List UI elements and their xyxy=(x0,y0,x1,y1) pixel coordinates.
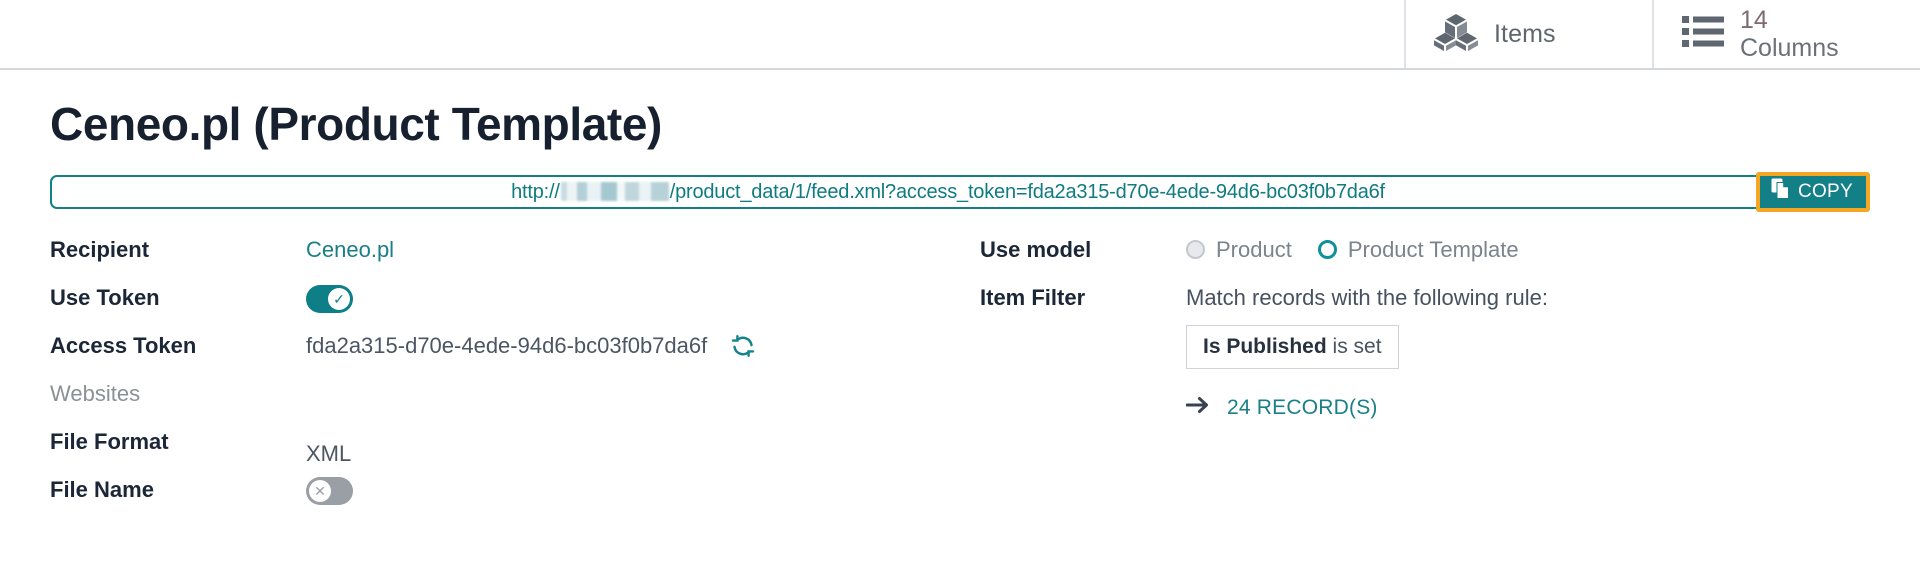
access-token-row: fda2a315-d70e-4ede-94d6-bc03f0b7da6f xyxy=(306,333,980,359)
file-format-value[interactable]: XML xyxy=(306,427,980,467)
records-link-text: 24 RECORD(S) xyxy=(1227,395,1378,419)
items-button-label: Items xyxy=(1494,19,1556,48)
feed-url-prefix: http:// xyxy=(511,181,560,204)
arrow-right-icon xyxy=(1185,395,1210,421)
file-name-label: File Name xyxy=(50,476,154,502)
use-token-label: Use Token xyxy=(50,284,160,310)
copy-button[interactable]: COPY xyxy=(1755,171,1870,212)
field-file-format: File Format XML xyxy=(50,427,980,475)
recipient-label: Recipient xyxy=(50,236,150,262)
list-icon xyxy=(1682,15,1724,54)
websites-value[interactable] xyxy=(306,379,980,381)
columns-count: 14 xyxy=(1740,6,1768,34)
websites-label: Websites xyxy=(50,380,141,406)
page-title: Ceneo.pl (Product Template) xyxy=(50,98,662,150)
records-link[interactable]: 24 RECORD(S) xyxy=(1185,395,1870,421)
file-format-label: File Format xyxy=(50,428,169,454)
items-button[interactable]: Items xyxy=(1404,0,1652,68)
columns-word: Columns xyxy=(1740,34,1839,62)
refresh-icon[interactable] xyxy=(731,334,755,358)
feed-form: Recipient Ceneo.pl Use Token ✓ Access To… xyxy=(50,235,1870,523)
columns-button[interactable]: 14 Columns xyxy=(1652,0,1920,68)
check-icon: ✓ xyxy=(328,287,350,310)
access-token-value: fda2a315-d70e-4ede-94d6-bc03f0b7da6f xyxy=(306,332,708,358)
cubes-icon xyxy=(1434,12,1478,57)
use-model-radio-group: Product Product Template xyxy=(1186,237,1870,263)
field-websites: Websites xyxy=(50,379,980,427)
form-left-column: Recipient Ceneo.pl Use Token ✓ Access To… xyxy=(50,235,980,523)
item-filter-lead-text: Match records with the following rule: xyxy=(1186,284,1548,310)
radio-label-product: Product xyxy=(1216,236,1292,262)
feed-url-host-redacted xyxy=(560,182,669,202)
filter-rule-chip[interactable]: Is Published is set xyxy=(1186,324,1399,369)
radio-dot-product xyxy=(1186,240,1205,260)
columns-button-label: 14 Columns xyxy=(1740,6,1839,62)
feed-url-row: http:// /product_data/1/feed.xml?access_t… xyxy=(50,171,1870,212)
field-access-token: Access Token fda2a315-d70e-4ede-94d6-bc0… xyxy=(50,331,980,379)
radio-dot-product-template xyxy=(1317,240,1337,260)
page-content: Ceneo.pl (Product Template) http:// /prod… xyxy=(0,70,1920,523)
close-icon: ✕ xyxy=(309,479,331,502)
radio-option-product[interactable]: Product xyxy=(1186,237,1292,263)
item-filter-label: Item Filter xyxy=(980,284,1086,310)
radio-label-product-template: Product Template xyxy=(1347,236,1519,262)
filter-rule-field: Is Published xyxy=(1203,334,1327,358)
feed-url-input[interactable]: http:// /product_data/1/feed.xml?access_t… xyxy=(50,174,1870,209)
field-use-token: Use Token ✓ xyxy=(50,283,980,331)
file-name-toggle[interactable]: ✕ xyxy=(306,476,353,505)
feed-url-text: http:// /product_data/1/feed.xml?access_t… xyxy=(511,179,1385,204)
top-toolbar: Items 14 Columns xyxy=(0,0,1920,70)
field-recipient: Recipient Ceneo.pl xyxy=(50,235,980,283)
filter-rule-condition: is set xyxy=(1332,334,1382,358)
feed-url-suffix: /product_data/1/feed.xml?access_token=fd… xyxy=(669,181,1385,204)
recipient-value[interactable]: Ceneo.pl xyxy=(306,235,980,263)
copy-button-label: COPY xyxy=(1797,180,1853,202)
field-use-model: Use model Product Product Template xyxy=(980,235,1870,283)
form-right-column: Use model Product Product Template Item … xyxy=(980,235,1870,523)
copy-icon xyxy=(1771,178,1791,205)
radio-option-product-template[interactable]: Product Template xyxy=(1317,236,1519,263)
use-token-toggle[interactable]: ✓ xyxy=(306,284,353,313)
access-token-label: Access Token xyxy=(50,332,197,358)
field-item-filter: Item Filter Match records with the follo… xyxy=(980,283,1870,421)
use-model-label: Use model xyxy=(980,236,1092,262)
field-file-name: File Name ✕ xyxy=(50,475,980,523)
